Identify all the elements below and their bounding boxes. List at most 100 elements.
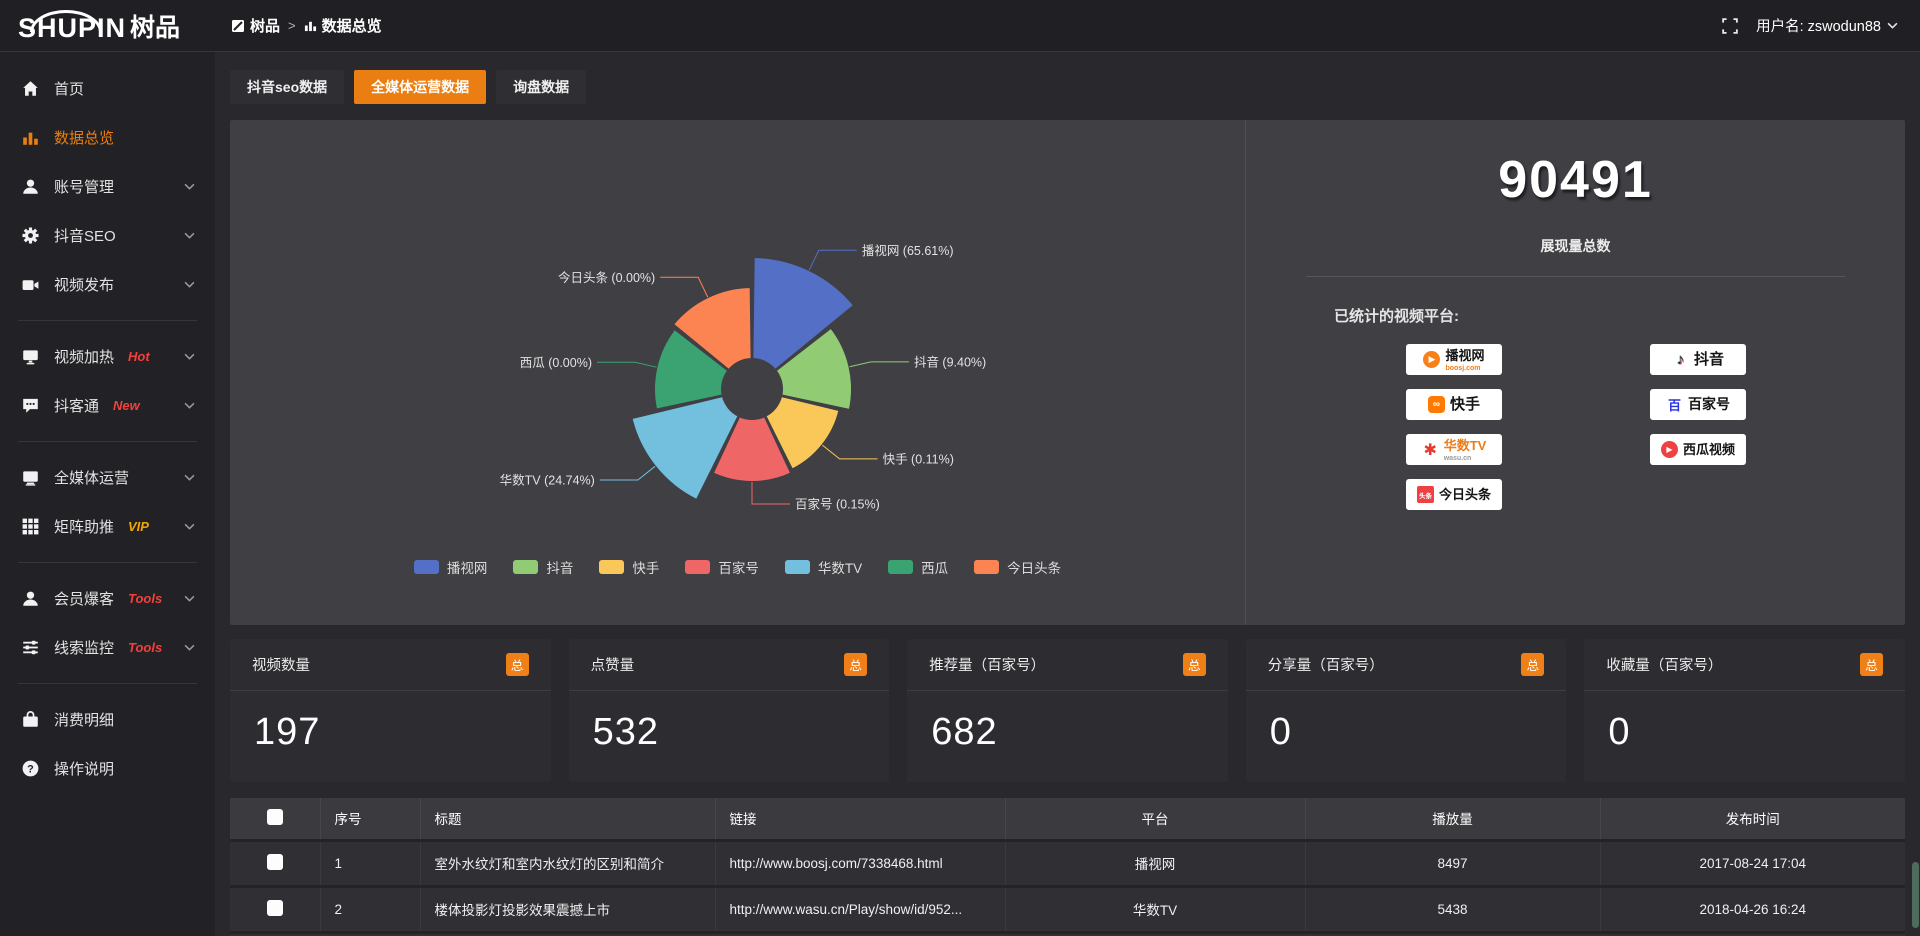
row-checkbox[interactable] (267, 900, 283, 916)
sidebar: 首页 数据总览 账号管理 抖音SEO 视频发布 视频加热 Hot 抖客通 New… (0, 52, 215, 936)
cell-title-link[interactable]: 楼体投影灯投影效果震撼上市 (420, 886, 715, 932)
legend-swatch (414, 560, 439, 574)
sidebar-item-label: 首页 (54, 78, 84, 99)
sidebar-item-label: 数据总览 (54, 127, 114, 148)
pie-label: 西瓜 (0.00%) (520, 356, 592, 370)
platform-name: 今日头条 (1439, 488, 1491, 502)
sliders-icon (22, 639, 39, 656)
legend-item-抖音[interactable]: 抖音 (513, 557, 573, 577)
sidebar-item-instructions[interactable]: ? 操作说明 (0, 744, 215, 793)
sidebar-item-member-burst[interactable]: 会员爆客 Tools (0, 574, 215, 623)
tab-bar: 抖音seo数据 全媒体运营数据 询盘数据 (230, 70, 1905, 104)
sidebar-item-douketong[interactable]: 抖客通 New (0, 381, 215, 430)
user-menu[interactable]: 用户名: zswodun88 (1756, 15, 1898, 36)
sidebar-item-consumption-detail[interactable]: 消费明细 (0, 695, 215, 744)
app-logo: SHUPIN 树品 (0, 8, 215, 44)
sidebar-item-label: 会员爆客 (54, 588, 114, 609)
legend-item-百家号[interactable]: 百家号 (685, 557, 759, 577)
platform-badges: ▶ 播视网boosj.com ∞ 快手 ✱ 华数TVwasu.cn 头条 今日头… (1246, 344, 1905, 510)
stat-card-shares: 分享量（百家号）总 0 (1246, 639, 1567, 782)
stat-card-title: 分享量（百家号） (1268, 654, 1384, 675)
platform-badge-xigua: ▶ 西瓜视频 (1650, 434, 1746, 465)
chat-bubble-icon (22, 397, 39, 414)
platform-subtext: wasu.cn (1444, 455, 1487, 462)
cell-plays: 5438 (1305, 886, 1600, 932)
sidebar-item-matrix-boost[interactable]: 矩阵助推 VIP (0, 502, 215, 551)
sidebar-item-video-publish[interactable]: 视频发布 (0, 260, 215, 309)
breadcrumb-current[interactable]: 数据总览 (304, 15, 382, 36)
breadcrumb-separator: > (288, 18, 296, 33)
stat-card-recommendations: 推荐量（百家号）总 682 (907, 639, 1228, 782)
chevron-down-icon (184, 523, 195, 530)
cell-url-link[interactable]: http://www.wasu.cn/Play/show/id/952... (715, 886, 1005, 932)
row-checkbox[interactable] (267, 854, 283, 870)
stat-card-likes: 点赞量总 532 (569, 639, 890, 782)
svg-text:?: ? (27, 763, 34, 775)
sidebar-item-home[interactable]: 首页 (0, 64, 215, 113)
fullscreen-button[interactable] (1722, 18, 1738, 34)
legend-swatch (785, 560, 810, 574)
cell-index: 2 (320, 886, 420, 932)
pie-slice-华数TV[interactable] (631, 396, 738, 500)
sidebar-item-label: 视频加热 (54, 346, 114, 367)
cell-platform: 播视网 (1005, 840, 1305, 886)
legend-item-播视网[interactable]: 播视网 (414, 557, 488, 577)
sidebar-item-douyin-seo[interactable]: 抖音SEO (0, 211, 215, 260)
cell-plays: 8497 (1305, 840, 1600, 886)
cell-title-link[interactable]: 室外水纹灯和室内水纹灯的区别和简介 (420, 840, 715, 886)
legend-item-今日头条[interactable]: 今日头条 (974, 557, 1061, 577)
sidebar-item-omnimedia[interactable]: 全媒体运营 (0, 453, 215, 502)
stat-card-title: 推荐量（百家号） (929, 654, 1045, 675)
sidebar-item-label: 抖音SEO (54, 225, 116, 246)
logo-suffix: 树品 (130, 8, 180, 44)
tab-omnimedia-data[interactable]: 全媒体运营数据 (354, 70, 486, 104)
breadcrumb: 树品 > 数据总览 (231, 15, 382, 36)
new-badge: New (113, 398, 140, 413)
question-circle-icon: ? (22, 760, 39, 777)
legend-item-华数TV[interactable]: 华数TV (785, 557, 862, 577)
wasu-logo-icon: ✱ (1422, 441, 1439, 458)
tab-inquiry-data[interactable]: 询盘数据 (496, 70, 586, 104)
column-header-plays: 播放量 (1305, 798, 1600, 840)
kuaishou-logo-icon: ∞ (1428, 396, 1445, 413)
chevron-down-icon (184, 281, 195, 288)
legend-item-西瓜[interactable]: 西瓜 (888, 557, 948, 577)
sidebar-item-data-overview[interactable]: 数据总览 (0, 113, 215, 162)
total-badge: 总 (1860, 653, 1883, 676)
platform-name: 播视网 (1445, 348, 1484, 363)
legend-label: 华数TV (818, 557, 862, 577)
sidebar-item-video-heat[interactable]: 视频加热 Hot (0, 332, 215, 381)
table-row-partial (230, 932, 1905, 936)
pie-label-line (822, 445, 877, 459)
chevron-down-icon (184, 402, 195, 409)
video-camera-icon (22, 276, 39, 293)
legend-swatch (513, 560, 538, 574)
sidebar-item-label: 矩阵助推 (54, 516, 114, 537)
cell-url-link[interactable]: http://www.boosj.com/7338468.html (715, 840, 1005, 886)
cell-platform: 华数TV (1005, 886, 1305, 932)
summary-divider (1306, 276, 1845, 277)
stat-card-title: 视频数量 (252, 654, 310, 675)
scrollbar-thumb[interactable] (1912, 862, 1919, 928)
sidebar-item-label: 视频发布 (54, 274, 114, 295)
legend-label: 西瓜 (921, 557, 948, 577)
username-label: 用户名: zswodun88 (1756, 15, 1881, 36)
vip-badge: VIP (128, 519, 149, 534)
platform-badge-douyin: ♪ 抖音 (1650, 344, 1746, 375)
select-all-checkbox[interactable] (267, 809, 283, 825)
app-square-icon (231, 19, 245, 33)
tab-douyin-seo-data[interactable]: 抖音seo数据 (230, 70, 344, 104)
sidebar-item-account[interactable]: 账号管理 (0, 162, 215, 211)
legend-item-快手[interactable]: 快手 (599, 557, 659, 577)
chart-legend: 播视网 抖音 快手 百家号 华数TV 西瓜 今日头条 (230, 557, 1245, 577)
summary-panel: 90491 展现量总数 已统计的视频平台: ▶ 播视网boosj.com ∞ 快… (1245, 120, 1905, 625)
legend-swatch (599, 560, 624, 574)
stat-card-title: 收藏量（百家号） (1606, 654, 1722, 675)
platform-name: 西瓜视频 (1683, 443, 1735, 457)
sidebar-divider (18, 441, 197, 442)
column-header-publish-time: 发布时间 (1600, 798, 1905, 840)
grid-icon (22, 518, 39, 535)
platform-name: 华数TV (1444, 438, 1487, 453)
sidebar-item-lead-monitor[interactable]: 线索监控 Tools (0, 623, 215, 672)
breadcrumb-root[interactable]: 树品 (231, 15, 280, 36)
